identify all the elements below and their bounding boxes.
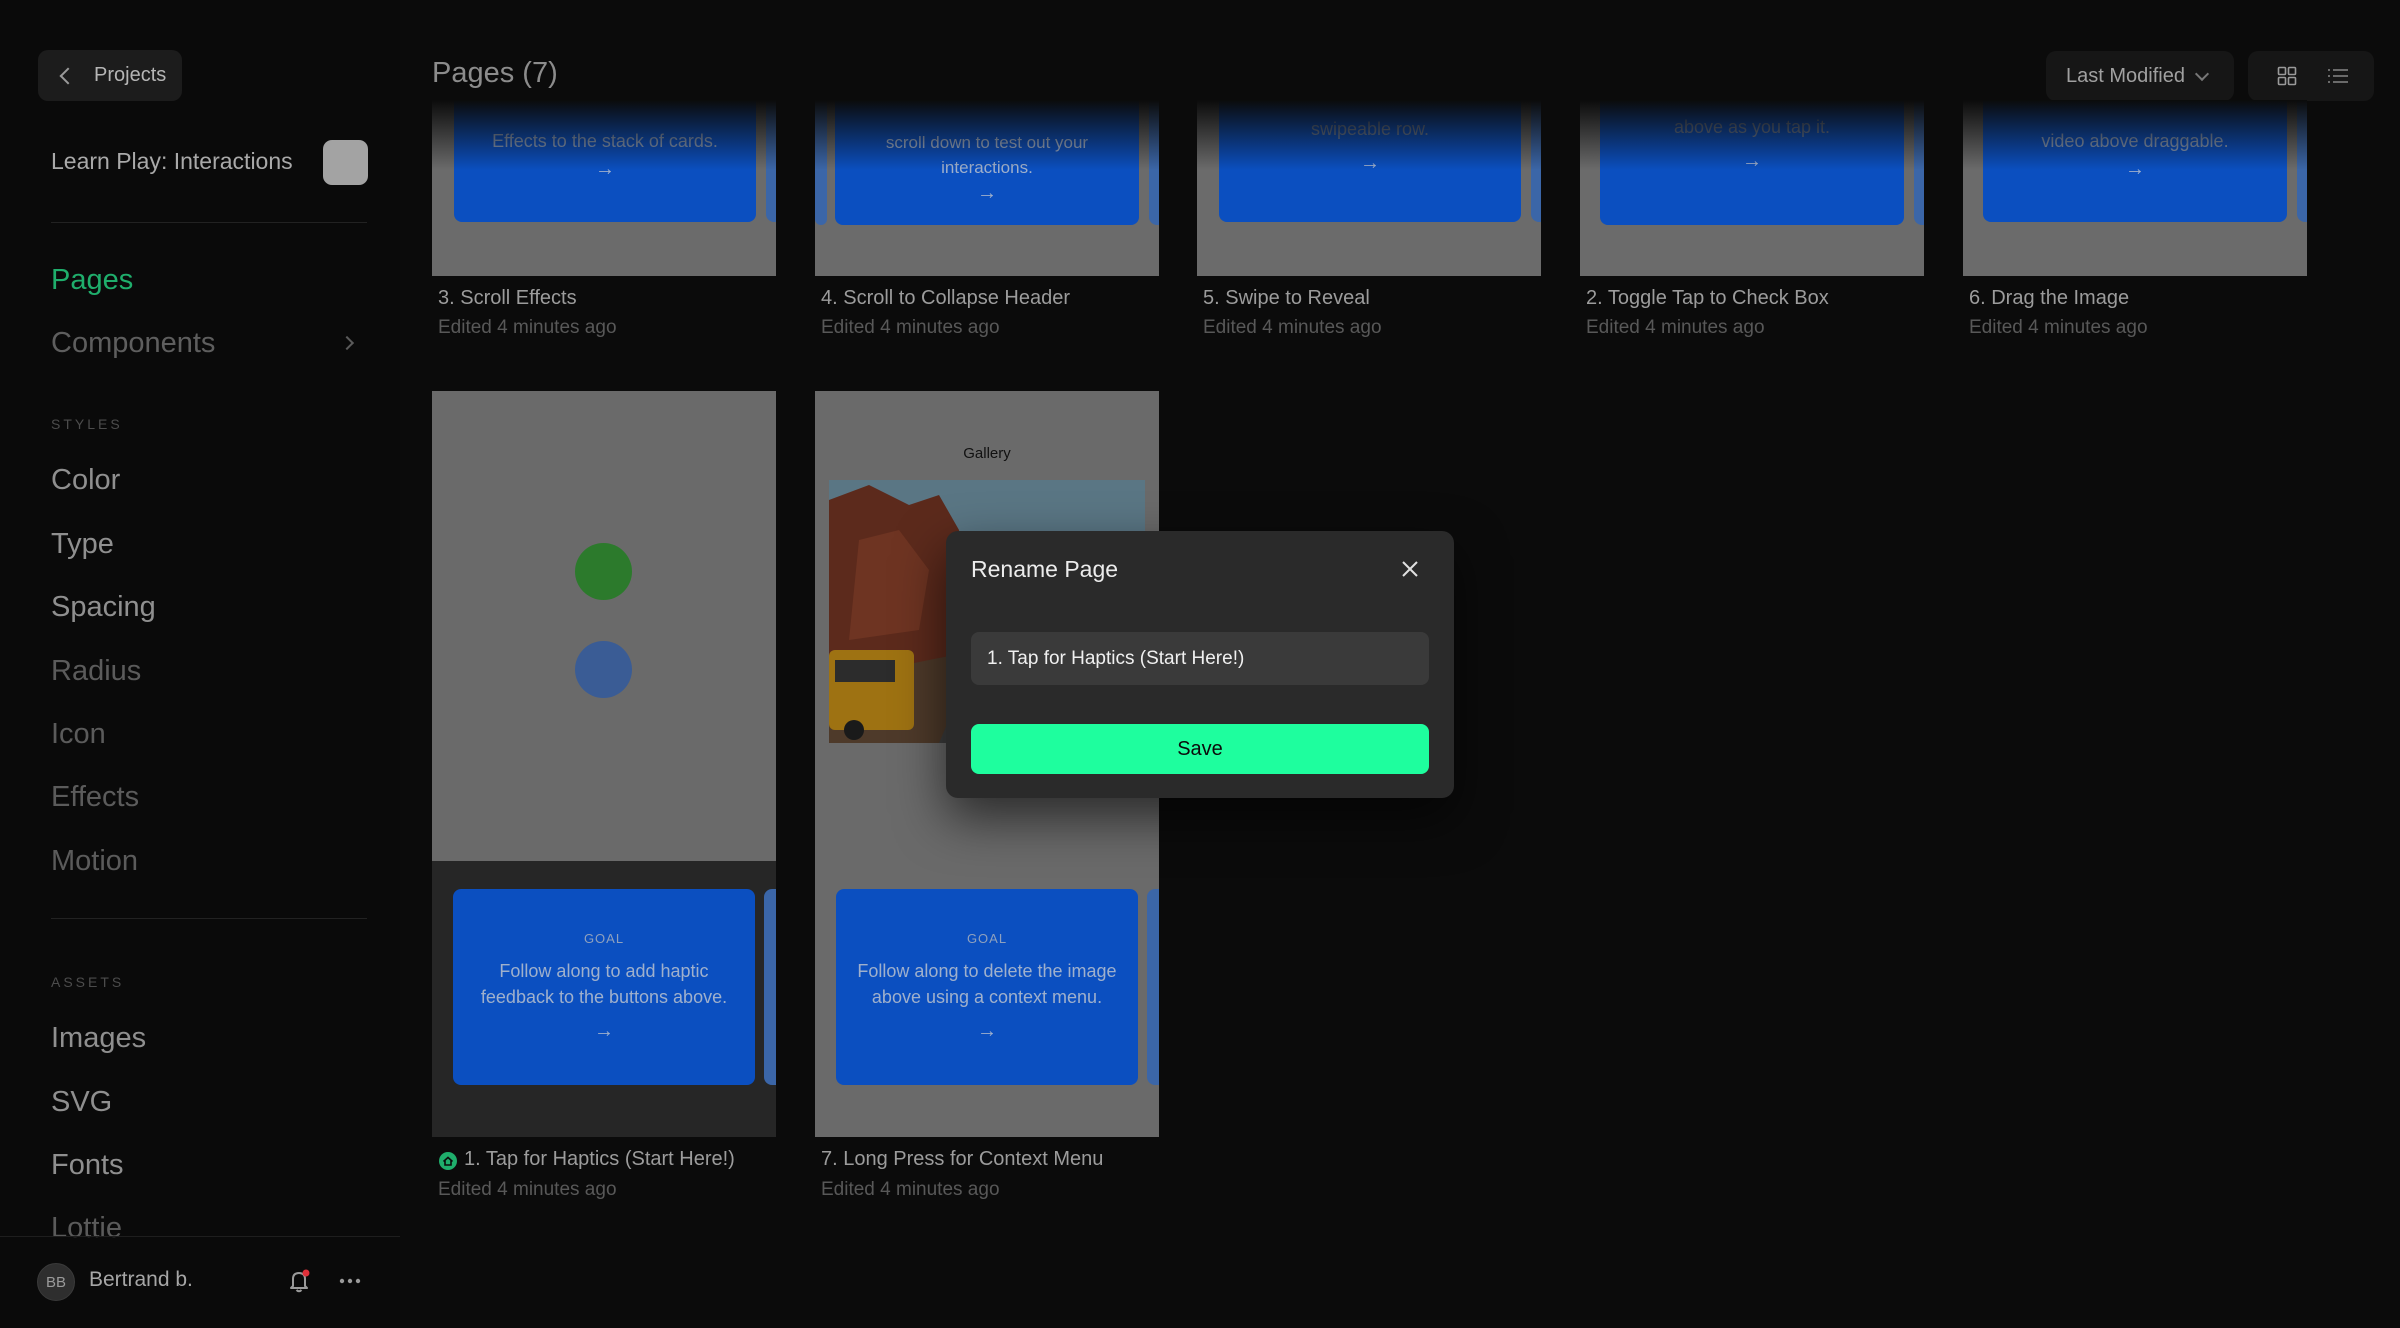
haptic-button-green [575, 543, 632, 600]
project-name: Learn Play: Interactions [51, 148, 293, 174]
bell-icon[interactable] [286, 1268, 312, 1294]
more-icon[interactable] [336, 1268, 364, 1294]
page-card-title[interactable]: 2. Toggle Tap to Check Box [1586, 287, 1829, 310]
arrow-right-icon: → [977, 182, 997, 204]
arrow-right-icon: → [2125, 158, 2145, 180]
chevron-down-icon [2194, 66, 2210, 81]
page-card-subtitle: Edited 4 minutes ago [438, 1179, 617, 1200]
nav-lottie[interactable]: Lottie [51, 1212, 122, 1238]
goal-card: scroll down to test out your interaction… [835, 100, 1139, 225]
page-card-subtitle: Edited 4 minutes ago [1203, 317, 1382, 338]
nav-fonts[interactable]: Fonts [51, 1149, 124, 1182]
page-card-subtitle: Edited 4 minutes ago [1586, 317, 1765, 338]
arrow-right-icon: → [977, 1020, 997, 1042]
page-card[interactable]: scroll down to test out your interaction… [815, 100, 1159, 276]
prev-card-peek [815, 100, 827, 225]
chevron-right-icon [339, 335, 355, 351]
goal-card: above as you tap it. → [1600, 100, 1904, 225]
nav-images[interactable]: Images [51, 1022, 146, 1055]
next-card-peek [766, 100, 776, 222]
styles-section-label: STYLES [51, 416, 123, 432]
goal-text: Follow along to add haptic feedback to t… [480, 961, 728, 1007]
page-card-subtitle: Edited 4 minutes ago [821, 1179, 1000, 1200]
page-card-subtitle: Edited 4 minutes ago [1969, 317, 2148, 338]
nav-pages[interactable]: Pages [51, 264, 133, 297]
save-button[interactable]: Save [971, 724, 1429, 774]
gallery-heading: Gallery [963, 445, 1011, 462]
page-thumbnail[interactable] [432, 391, 776, 861]
view-toggle [2248, 51, 2374, 101]
next-card-peek [1914, 100, 1924, 225]
goal-card: Effects to the stack of cards. → [454, 100, 756, 222]
divider [51, 918, 367, 919]
page-card[interactable]: GOAL Follow along to add haptic feedback… [432, 391, 776, 1137]
page-card-title[interactable]: 1. Tap for Haptics (Start Here!) [464, 1148, 735, 1171]
nav-components[interactable]: Components [51, 327, 215, 360]
goal-label: GOAL [583, 931, 625, 946]
nav-effects[interactable]: Effects [51, 781, 139, 814]
user-name[interactable]: Bertrand b. [89, 1268, 193, 1292]
next-card-peek [2297, 100, 2307, 222]
nav-icon[interactable]: Icon [51, 718, 106, 751]
nav-radius[interactable]: Radius [51, 655, 141, 688]
goal-card: GOAL Follow along to add haptic feedback… [453, 889, 755, 1085]
page-card[interactable]: video above draggable. → [1963, 100, 2307, 276]
goal-text: swipeable row. [1310, 119, 1430, 139]
goal-text: Follow along to delete the image above u… [857, 961, 1117, 1007]
page-card-title[interactable]: 3. Scroll Effects [438, 287, 577, 310]
nav-color[interactable]: Color [51, 464, 120, 497]
page-title: Pages (7) [432, 57, 558, 89]
close-icon[interactable] [1400, 559, 1420, 579]
page-card[interactable]: Effects to the stack of cards. → [432, 100, 776, 276]
list-view-icon[interactable] [2327, 66, 2349, 86]
avatar[interactable]: BB [37, 1263, 75, 1301]
arrow-right-icon: → [595, 158, 615, 180]
dialog-title: Rename Page [971, 556, 1119, 582]
page-card-title[interactable]: 5. Swipe to Reveal [1203, 287, 1370, 310]
page-card-subtitle: Edited 4 minutes ago [821, 317, 1000, 338]
page-card[interactable]: swipeable row. → [1197, 100, 1541, 276]
goal-text: above as you tap it. [1673, 117, 1831, 137]
goal-card: GOAL Follow along to delete the image ab… [836, 889, 1138, 1085]
sidebar: Projects Learn Play: Interactions Pages … [0, 0, 400, 1328]
grid-view-icon[interactable] [2277, 66, 2297, 86]
next-card-peek [1147, 889, 1159, 1085]
sort-label: Last Modified [2066, 64, 2185, 87]
page-name-input[interactable] [971, 632, 1429, 685]
goal-card: video above draggable. → [1983, 100, 2287, 222]
goal-text: Effects to the stack of cards. [492, 131, 718, 151]
nav-spacing[interactable]: Spacing [51, 591, 156, 624]
back-button-label: Projects [94, 64, 167, 86]
chevron-left-icon [59, 67, 77, 84]
rename-page-dialog: Rename Page Save [946, 531, 1454, 798]
sort-dropdown[interactable]: Last Modified [2046, 51, 2234, 101]
nav-type[interactable]: Type [51, 528, 114, 561]
arrow-right-icon: → [1742, 150, 1762, 172]
goal-card: swipeable row. → [1219, 100, 1521, 222]
home-icon [439, 1152, 457, 1170]
arrow-right-icon: → [1360, 152, 1380, 174]
page-card-title[interactable]: 4. Scroll to Collapse Header [821, 287, 1070, 310]
goal-text: video above draggable. [2041, 131, 2229, 151]
next-card-peek [764, 889, 776, 1085]
nav-motion[interactable]: Motion [51, 845, 138, 878]
page-card-title[interactable]: 7. Long Press for Context Menu [821, 1148, 1103, 1171]
page-card-subtitle: Edited 4 minutes ago [438, 317, 617, 338]
next-card-peek [1531, 100, 1541, 222]
project-thumbnail[interactable] [323, 140, 368, 185]
page-card-title[interactable]: 6. Drag the Image [1969, 287, 2129, 310]
back-to-projects-button[interactable]: Projects [38, 50, 182, 101]
goal-text: scroll down to test out your interaction… [885, 133, 1089, 177]
goal-label: GOAL [966, 931, 1008, 946]
next-card-peek [1149, 100, 1159, 225]
arrow-right-icon: → [594, 1020, 614, 1042]
haptic-button-blue [575, 641, 632, 698]
divider [51, 222, 367, 223]
assets-section-label: ASSETS [51, 974, 125, 990]
nav-svg[interactable]: SVG [51, 1086, 112, 1119]
page-card[interactable]: above as you tap it. → [1580, 100, 1924, 276]
